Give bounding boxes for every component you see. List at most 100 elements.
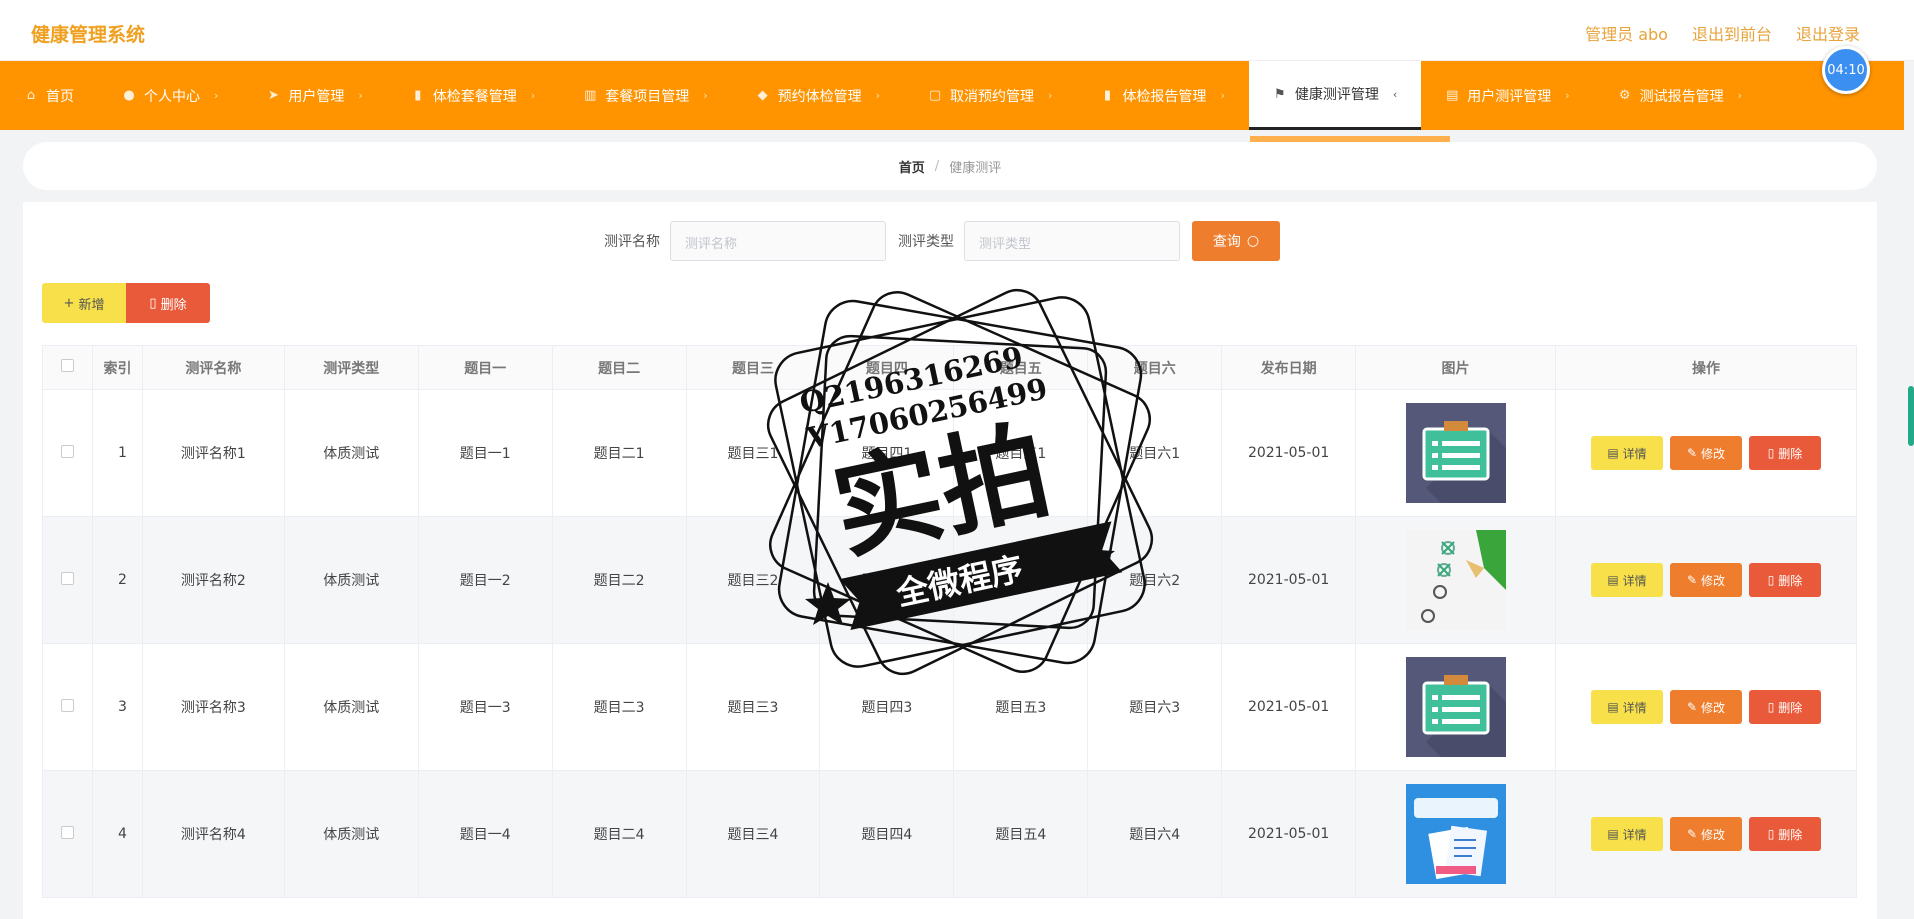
- app-title: 健康管理系统: [31, 24, 146, 46]
- detail-button[interactable]: ▤ 详情: [1591, 436, 1663, 470]
- publish-date: 2021-05-01: [1221, 516, 1357, 644]
- nav-item-test-report[interactable]: ⚙ 测试报告管理 ›: [1594, 61, 1766, 130]
- nav-label: 预约体检管理: [777, 88, 862, 105]
- column-header: 测评类型: [283, 345, 419, 390]
- delete-label: 删除: [1778, 446, 1803, 461]
- main-nav: ⌂ 首页 ● 个人中心 › ➤ 用户管理 › ▮ 体检套餐管理 › ▥ 套餐项目…: [0, 61, 1904, 130]
- exit-to-front-link[interactable]: 退出到前台: [1692, 21, 1772, 45]
- pencil-icon: ✎: [1686, 446, 1698, 460]
- table-row: 3 测评名称3 体质测试 题目一3 题目二3 题目三3 题目四3 题目五3 题目…: [42, 643, 1857, 771]
- chevron-right-icon: ›: [1048, 89, 1053, 102]
- question-4: 题目四1: [819, 389, 955, 517]
- column-header: 操作: [1555, 345, 1857, 390]
- document-icon: ▤: [1446, 88, 1459, 103]
- detail-button[interactable]: ▤ 详情: [1591, 690, 1663, 724]
- nav-label: 体检套餐管理: [432, 88, 517, 105]
- edit-button[interactable]: ✎ 修改: [1670, 436, 1742, 470]
- nav-item-cancel-appointment[interactable]: ▢ 取消预约管理 ›: [904, 61, 1076, 130]
- row-delete-button[interactable]: ▯ 删除: [1749, 690, 1821, 724]
- nav-item-package-item-management[interactable]: ▥ 套餐项目管理 ›: [559, 61, 731, 130]
- logout-link[interactable]: 退出登录: [1796, 21, 1860, 45]
- nav-item-user-assessment[interactable]: ▤ 用户测评管理 ›: [1421, 61, 1593, 130]
- detail-icon: ▤: [1607, 827, 1619, 841]
- row-index: 3: [91, 643, 143, 771]
- nav-item-health-assessment[interactable]: ⚑ 健康测评管理 ‹: [1248, 61, 1422, 130]
- scrollbar-handle[interactable]: [1908, 386, 1914, 446]
- question-1: 题目一3: [417, 643, 553, 771]
- nav-label: 套餐项目管理: [605, 88, 690, 105]
- batch-delete-button[interactable]: ▯ 删除: [126, 283, 210, 323]
- breadcrumb: 首页 / 健康测评: [23, 142, 1877, 190]
- question-3: 题目三3: [685, 643, 821, 771]
- edit-button[interactable]: ✎ 修改: [1670, 817, 1742, 851]
- assessment-type: 体质测试: [283, 643, 419, 771]
- edit-button[interactable]: ✎ 修改: [1670, 690, 1742, 724]
- detail-button[interactable]: ▤ 详情: [1591, 817, 1663, 851]
- column-header: 题目四: [819, 345, 955, 390]
- nav-label: 用户管理: [288, 88, 345, 105]
- trash-icon: ▯: [1767, 446, 1775, 460]
- send-icon: ➤: [267, 88, 279, 103]
- assessment-name: 测评名称2: [141, 516, 285, 644]
- question-5: 题目五1: [953, 389, 1089, 517]
- row-delete-button[interactable]: ▯ 删除: [1749, 817, 1821, 851]
- row-checkbox[interactable]: [60, 698, 74, 712]
- detail-label: 详情: [1622, 700, 1647, 715]
- nav-item-package-management[interactable]: ▮ 体检套餐管理 ›: [387, 61, 559, 130]
- question-1: 题目一2: [417, 516, 553, 644]
- action-buttons: + 新增 ▯ 删除: [42, 283, 210, 323]
- trash-icon: ▯: [149, 295, 157, 311]
- breadcrumb-current: 健康测评: [949, 160, 1002, 176]
- add-button[interactable]: + 新增: [42, 283, 126, 323]
- delete-label: 删除: [1778, 827, 1803, 842]
- question-5: 题目五4: [953, 770, 1089, 898]
- edit-button[interactable]: ✎ 修改: [1670, 563, 1742, 597]
- row-checkbox[interactable]: [60, 571, 74, 585]
- row-index: 4: [91, 770, 143, 898]
- nav-item-appointment-management[interactable]: ◆ 预约体检管理 ›: [732, 61, 904, 130]
- question-4: 题目四3: [819, 643, 955, 771]
- admin-label[interactable]: 管理员 abo: [1585, 21, 1668, 45]
- row-checkbox[interactable]: [60, 444, 74, 458]
- nav-item-user-management[interactable]: ➤ 用户管理 ›: [242, 61, 386, 130]
- chevron-right-icon: ›: [214, 89, 219, 102]
- search-button-label: 查询: [1212, 234, 1241, 250]
- detail-label: 详情: [1622, 446, 1647, 461]
- edit-label: 修改: [1701, 700, 1726, 715]
- trash-icon: ▯: [1767, 573, 1775, 587]
- search-button[interactable]: 查询 ○: [1192, 221, 1280, 261]
- nav-item-report-management[interactable]: ▮ 体检报告管理 ›: [1076, 61, 1248, 130]
- row-actions: ▤ 详情 ✎ 修改 ▯ 删除: [1555, 389, 1857, 517]
- column-header: 发布日期: [1221, 345, 1357, 390]
- detail-icon: ▤: [1607, 700, 1619, 714]
- clipboard-image: [1405, 657, 1506, 757]
- select-all-cell[interactable]: [42, 345, 93, 390]
- top-links: 管理员 abo 退出到前台 退出登录: [1585, 21, 1860, 45]
- nav-label: 首页: [46, 88, 74, 105]
- detail-icon: ▤: [1607, 573, 1619, 587]
- pencil-icon: ✎: [1686, 700, 1698, 714]
- row-delete-button[interactable]: ▯ 删除: [1749, 436, 1821, 470]
- detail-label: 详情: [1622, 573, 1647, 588]
- name-search-input[interactable]: 测评名称: [670, 221, 886, 261]
- detail-button[interactable]: ▤ 详情: [1591, 563, 1663, 597]
- nav-label: 用户测评管理: [1467, 88, 1552, 105]
- breadcrumb-home[interactable]: 首页: [899, 157, 925, 176]
- select-all-checkbox[interactable]: [60, 359, 74, 372]
- publish-date: 2021-05-01: [1221, 389, 1357, 517]
- question-2: 题目二3: [551, 643, 687, 771]
- row-actions: ▤ 详情 ✎ 修改 ▯ 删除: [1555, 516, 1857, 644]
- type-search-input[interactable]: 测评类型: [964, 221, 1180, 261]
- row-delete-button[interactable]: ▯ 删除: [1749, 563, 1821, 597]
- nav-item-personal-center[interactable]: ● 个人中心 ›: [98, 61, 242, 130]
- name-label: 测评名称: [604, 234, 660, 250]
- question-6: 题目六3: [1087, 643, 1223, 771]
- chevron-right-icon: ›: [1565, 89, 1570, 102]
- assessment-name: 测评名称3: [141, 643, 285, 771]
- pin-icon: ◆: [757, 88, 768, 103]
- column-header: 题目五: [953, 345, 1089, 390]
- add-button-label: 新增: [78, 297, 105, 313]
- survey-image: [1405, 784, 1506, 884]
- nav-item-home[interactable]: ⌂ 首页: [0, 61, 98, 130]
- row-checkbox[interactable]: [60, 825, 74, 839]
